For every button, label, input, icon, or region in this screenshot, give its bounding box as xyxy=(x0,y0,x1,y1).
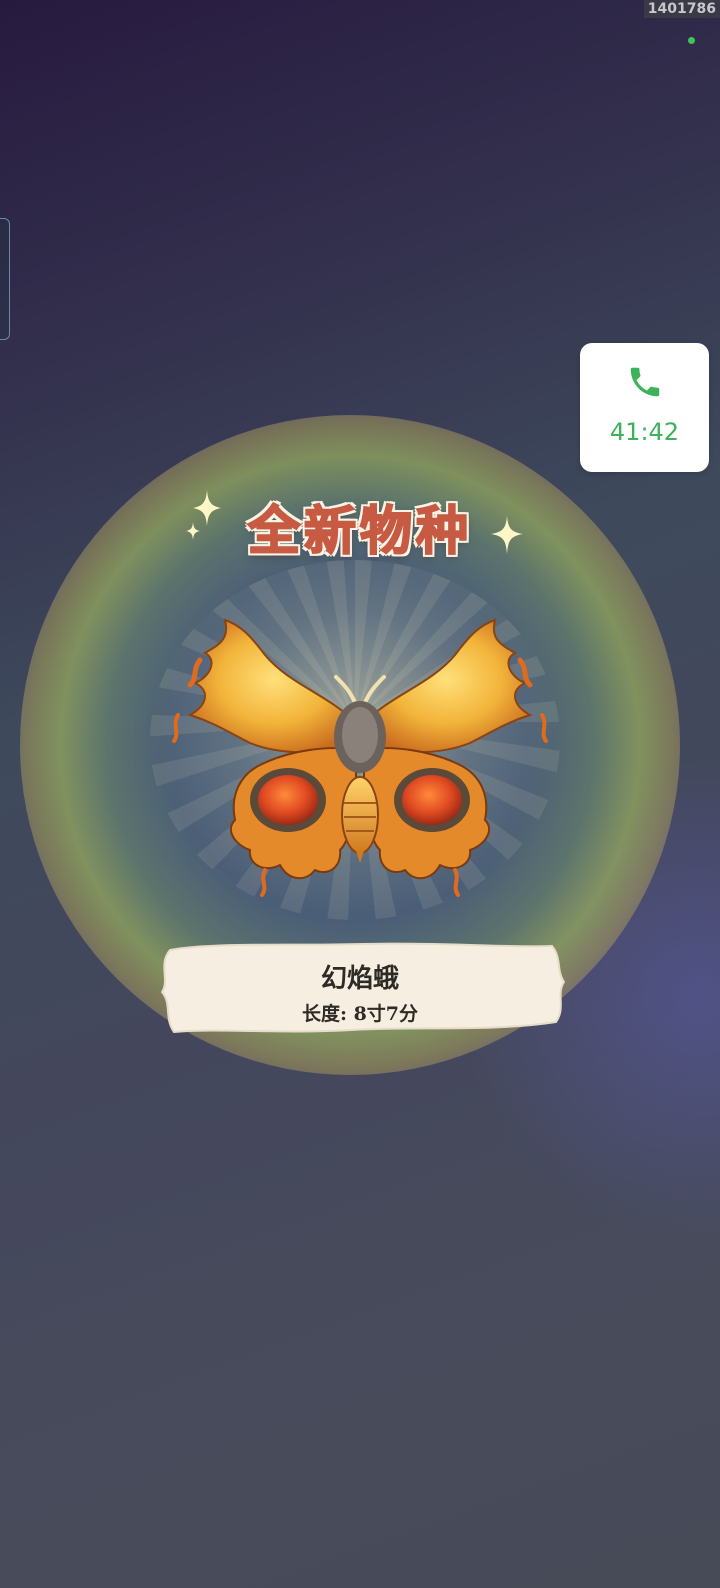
corner-code: 1401786 xyxy=(643,0,720,18)
creature-name: 幻焰蛾 xyxy=(320,964,399,994)
status-indicator-dot xyxy=(688,37,695,44)
creature-info-card: 幻焰蛾 长度: 8寸7分 xyxy=(152,938,568,1038)
fire-moth-illustration xyxy=(172,618,548,897)
side-drawer-handle[interactable] xyxy=(0,218,10,340)
new-species-banner: 全新物种 xyxy=(175,480,545,590)
creature-length: 长度: 8寸7分 xyxy=(301,1003,419,1025)
banner-title: 全新物种 xyxy=(247,501,472,563)
phone-icon xyxy=(630,367,660,397)
floating-call-widget[interactable]: 41:42 xyxy=(580,343,709,472)
call-duration: 41:42 xyxy=(609,418,680,446)
